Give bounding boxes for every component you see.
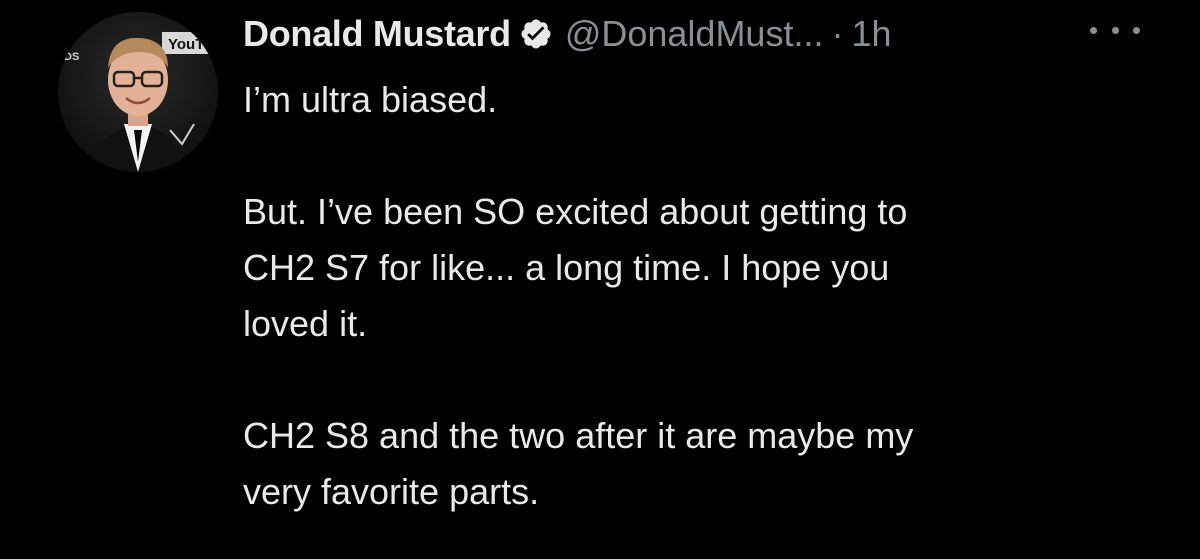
- tweet-paragraph: I’m ultra biased.: [243, 79, 498, 120]
- tweet-header: Donald Mustard @DonaldMust... · 1h: [243, 10, 892, 58]
- tweet: YouTu DS Donald Mustard @DonaldMust... ·…: [0, 0, 1200, 559]
- display-name[interactable]: Donald Mustard: [243, 13, 511, 55]
- more-dot: [1111, 26, 1119, 34]
- svg-text:DS: DS: [64, 51, 79, 63]
- tweet-text: I’m ultra biased. But. I’ve been SO exci…: [243, 72, 1163, 520]
- tweet-paragraph: CH2 S8 and the two after it are maybe my…: [243, 415, 914, 512]
- more-dot: [1133, 26, 1140, 34]
- avatar-backdrop-text: YouTu: [168, 36, 212, 53]
- avatar[interactable]: YouTu DS: [58, 12, 218, 172]
- user-handle[interactable]: @DonaldMust...: [565, 13, 824, 55]
- timestamp[interactable]: 1h: [851, 13, 891, 55]
- verified-badge-icon: [519, 17, 553, 51]
- separator-dot: ·: [831, 13, 844, 54]
- more-options-icon[interactable]: [1090, 18, 1140, 42]
- more-dot: [1090, 26, 1097, 34]
- tweet-paragraph: But. I’ve been SO excited about getting …: [243, 191, 908, 344]
- profile-photo: YouTu DS: [58, 12, 218, 172]
